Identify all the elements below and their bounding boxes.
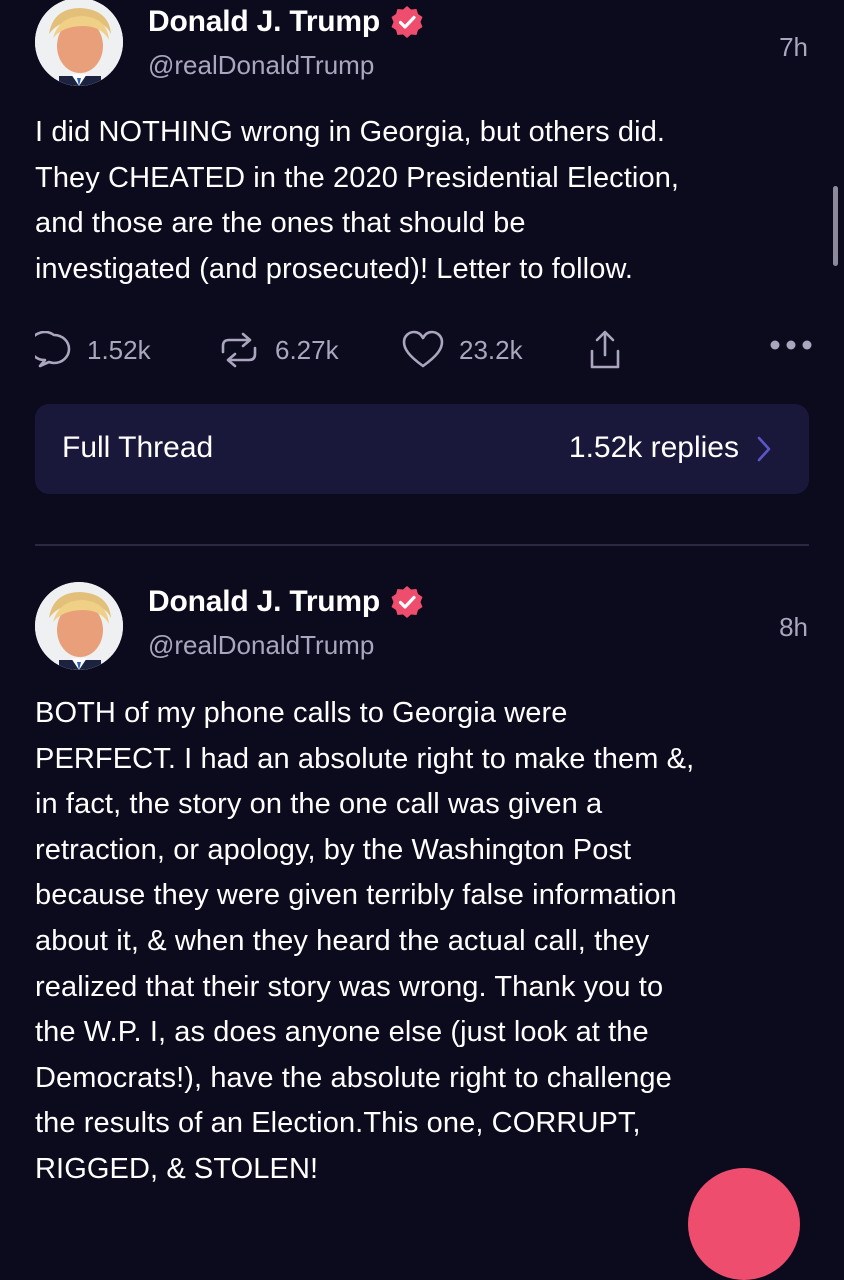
like-button[interactable]: 23.2k — [401, 328, 523, 372]
heart-icon — [401, 330, 445, 370]
verified-badge-icon — [390, 5, 424, 39]
author-name[interactable]: Donald J. Trump — [148, 5, 380, 39]
full-thread-card[interactable]: Full Thread 1.52k replies — [35, 404, 809, 494]
reply-button[interactable]: 1.52k — [35, 328, 151, 372]
avatar[interactable] — [35, 0, 123, 86]
share-button[interactable] — [589, 328, 621, 372]
repost-count: 6.27k — [275, 334, 339, 365]
share-icon — [589, 329, 621, 371]
author-row: Donald J. Trump — [148, 582, 424, 622]
thread-replies-count: 1.52k replies — [568, 431, 739, 464]
repost-icon — [217, 330, 261, 370]
reply-icon — [35, 331, 73, 369]
author-name[interactable]: Donald J. Trump — [148, 585, 380, 619]
post-text: BOTH of my phone calls to Georgia were P… — [35, 697, 695, 1185]
author-handle[interactable]: @realDonaldTrump — [148, 50, 374, 81]
avatar[interactable] — [35, 582, 123, 670]
more-icon[interactable] — [769, 338, 813, 357]
reply-count: 1.52k — [87, 334, 151, 365]
post-timestamp: 7h — [779, 32, 808, 62]
post-actions: 1.52k 6.27k 23.2k — [35, 328, 815, 372]
chevron-right-icon — [757, 436, 771, 467]
compose-button[interactable] — [688, 1168, 800, 1280]
post-2: Donald J. Trump @realDonaldTrump 8h BOTH… — [0, 580, 844, 1200]
post-timestamp: 8h — [779, 612, 808, 642]
post-divider — [35, 544, 809, 546]
like-count: 23.2k — [459, 334, 523, 365]
post-1: Donald J. Trump @realDonaldTrump 7h I di… — [0, 0, 844, 540]
author-row: Donald J. Trump — [148, 2, 424, 42]
verified-badge-icon — [390, 585, 424, 619]
scrollbar[interactable] — [833, 186, 838, 266]
full-thread-label: Full Thread — [62, 431, 214, 464]
repost-button[interactable]: 6.27k — [217, 328, 339, 372]
post-text: I did NOTHING wrong in Georgia, but othe… — [35, 116, 680, 285]
author-handle[interactable]: @realDonaldTrump — [148, 630, 374, 661]
